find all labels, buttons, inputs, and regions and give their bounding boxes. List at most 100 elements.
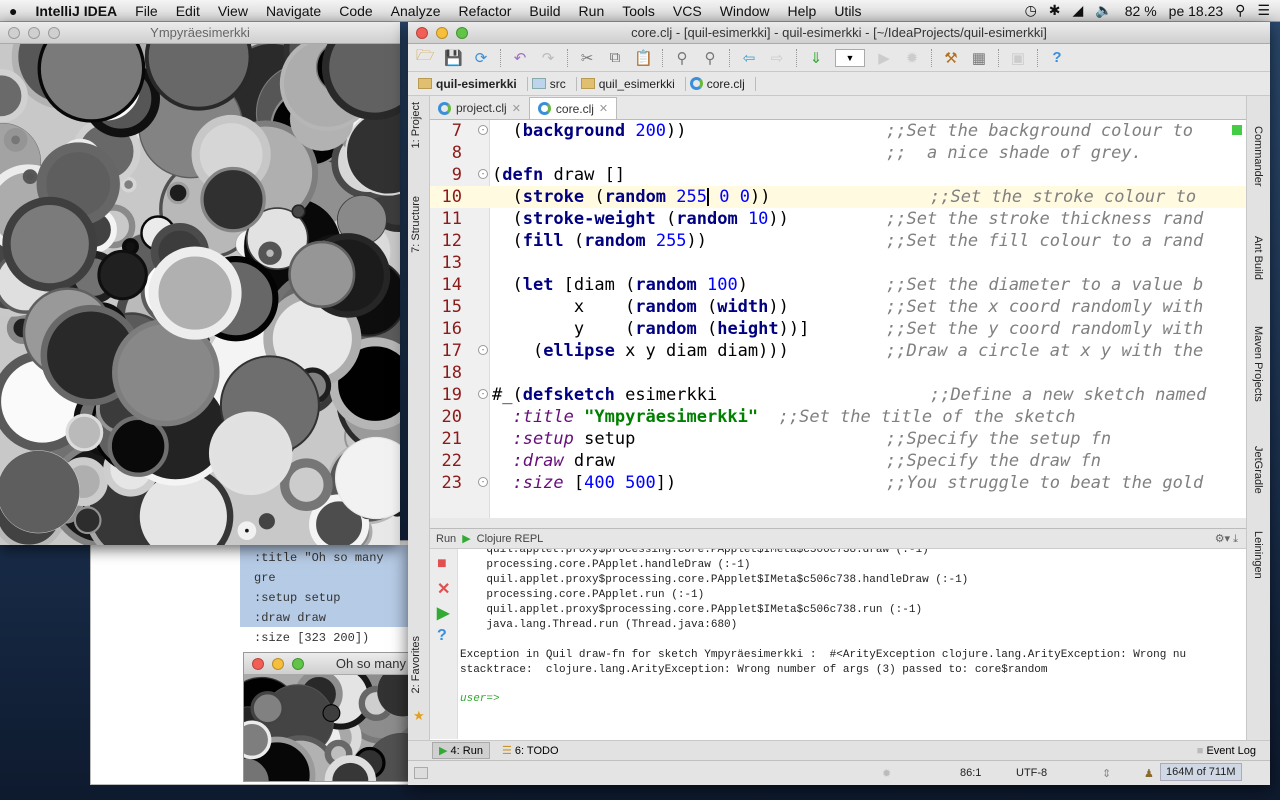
fold-marker-icon[interactable]: - [478,345,488,355]
apple-menu-icon[interactable]: ● [0,3,26,19]
code-line[interactable]: 20 :title "Ympyräesimerkki" ;;Set the ti… [430,406,1246,428]
open-icon[interactable]: 🗁 [416,45,435,70]
cut-icon[interactable]: ✂ [578,49,596,67]
menu-tools[interactable]: Tools [613,3,664,19]
close-icon[interactable]: ✕ [437,579,450,599]
code-line[interactable]: 21 :setup setup ;;Specify the setup fn [430,428,1246,450]
minimize-button[interactable] [272,658,284,670]
code-line[interactable]: 14 (let [diam (random 100) ;;Set the diam… [430,274,1246,296]
tool-tab-commander[interactable]: Commander [1252,126,1264,187]
sdk-icon[interactable]: ▣ [1009,49,1027,67]
tool-tab-maven[interactable]: Maven Projects [1252,326,1264,402]
breadcrumb-file[interactable]: core.clj [689,76,756,91]
repl-console[interactable]: quil.applet.proxy$processing.core.PApple… [460,549,1240,739]
menu-file[interactable]: File [126,3,167,19]
undo-icon[interactable]: ↶ [511,49,529,67]
menu-utils[interactable]: Utils [825,3,870,19]
sync-icon[interactable]: ⟳ [472,49,490,67]
sketch-window[interactable]: Ympyräesimerkki [0,22,400,545]
close-tab-icon[interactable]: ✕ [512,102,521,115]
tool-tab-favorites[interactable]: 2: Favorites [410,636,422,693]
settings-icon[interactable]: ⚒ [942,49,960,67]
memory-indicator[interactable]: 164M of 711M [1160,763,1242,781]
small-sketch-window[interactable]: Oh so many [243,652,413,782]
stop-icon[interactable]: ■ [437,555,447,573]
app-menu[interactable]: IntelliJ IDEA [26,3,126,19]
zoom-button[interactable] [292,658,304,670]
code-line[interactable]: 8 ;; a nice shade of grey. [430,142,1246,164]
code-line[interactable]: 18 [430,362,1246,384]
copy-icon[interactable]: ⧉ [606,49,624,66]
code-line[interactable]: 17 - (ellipse x y diam diam))) ;;Draw a ci… [430,340,1246,362]
code-line[interactable]: 12 (fill (random 255)) ;;Set the fill col… [430,230,1246,252]
code-line[interactable]: 19 - #_(defsketch esimerkki ;;Define a new … [430,384,1246,406]
battery-status[interactable]: 82 % [1125,3,1157,19]
code-line[interactable]: 10 (stroke (random 255 0 0)) ;;Set the st… [430,186,1246,208]
caret-position[interactable]: 86:1 [960,767,981,779]
run-config-name[interactable]: Clojure REPL [477,533,544,545]
panel-settings-icon[interactable]: ⚙▾ ⤓ [1215,532,1246,546]
redo-icon[interactable]: ↷ [539,49,557,67]
make-icon[interactable]: ⇓ [807,49,825,67]
fold-marker-icon[interactable]: - [478,477,488,487]
wifi-icon[interactable]: ◢ [1073,2,1084,19]
repl-prompt[interactable]: user=> [460,692,1240,707]
file-encoding[interactable]: UTF-8 [1016,767,1047,779]
spotlight-icon[interactable]: ⚲ [1235,2,1245,19]
fold-marker-icon[interactable]: - [478,389,488,399]
tab-project-clj[interactable]: project.clj ✕ [430,97,529,119]
menu-edit[interactable]: Edit [167,3,209,19]
tool-tab-leiningen[interactable]: Leiningen [1252,531,1264,579]
menu-code[interactable]: Code [330,3,381,19]
project-structure-icon[interactable]: ▦ [970,49,988,67]
menu-vcs[interactable]: VCS [664,3,711,19]
back-icon[interactable]: ⇦ [740,49,758,67]
code-line[interactable]: 23 - :size [400 500]) ;;You struggle to be… [430,472,1246,494]
tool-tab-jetgradle[interactable]: JetGradle [1252,446,1264,494]
menu-analyze[interactable]: Analyze [382,3,450,19]
fold-marker-icon[interactable]: - [478,125,488,135]
event-log-button[interactable]: ■ Event Log [1197,745,1270,757]
menu-run[interactable]: Run [570,3,614,19]
tool-tab-run[interactable]: ▶ 4: Run [432,742,490,759]
volume-icon[interactable]: 🔈 [1095,2,1112,19]
breadcrumb-project[interactable]: quil-esimerkki [418,76,528,91]
toggle-tool-windows-icon[interactable] [414,767,428,779]
menu-window[interactable]: Window [711,3,779,19]
run-icon[interactable]: ▶ [875,49,893,67]
run-config-dropdown[interactable]: ▼ [835,48,865,67]
breadcrumb-package[interactable]: quil_esimerkki [580,76,686,91]
forward-icon[interactable]: ⇨ [768,49,786,67]
fold-marker-icon[interactable]: - [478,169,488,179]
code-line[interactable]: 16 y (random (height))] ;;Set the y coord… [430,318,1246,340]
close-button[interactable] [252,658,264,670]
tool-tab-structure[interactable]: 7: Structure [410,196,422,253]
clock[interactable]: pe 18.23 [1169,3,1224,19]
zoom-button[interactable] [456,27,468,39]
menu-help[interactable]: Help [779,3,826,19]
code-line[interactable]: 11 (stroke-weight (random 10)) ;;Set the … [430,208,1246,230]
code-editor[interactable]: 7- (background 200)) ;;Set the background… [430,120,1246,518]
minimize-button[interactable] [28,27,40,39]
notifications-icon[interactable]: ☰ [1257,2,1270,19]
code-line[interactable]: 7 - (background 200)) ;;Set the background… [430,120,1246,142]
zoom-button[interactable] [48,27,60,39]
tool-tab-ant-build[interactable]: Ant Build [1252,236,1264,280]
bluetooth-icon[interactable]: ✱ [1049,2,1061,19]
save-icon[interactable]: 💾 [444,49,463,67]
inspector-icon[interactable]: ♟ [1144,767,1154,780]
code-line[interactable]: 15 x (random (width)) ;;Set the x coord r… [430,296,1246,318]
help-icon[interactable]: ? [1048,49,1066,66]
close-tab-icon[interactable]: ✕ [599,102,608,115]
find-icon[interactable]: ⚲ [673,49,691,67]
tab-core-clj[interactable]: core.clj ✕ [528,97,618,119]
time-machine-icon[interactable]: ◷ [1025,2,1037,19]
rerun-icon[interactable]: ▶ [437,603,449,623]
code-line[interactable]: 13 [430,252,1246,274]
tool-tab-todo[interactable]: ☰ 6: TODO [502,744,559,757]
menu-refactor[interactable]: Refactor [449,3,520,19]
code-line[interactable]: 9 - (defn draw [] [430,164,1246,186]
minimize-button[interactable] [436,27,448,39]
help-icon[interactable]: ? [437,627,447,645]
code-line[interactable]: 22 :draw draw ;;Specify the draw fn [430,450,1246,472]
